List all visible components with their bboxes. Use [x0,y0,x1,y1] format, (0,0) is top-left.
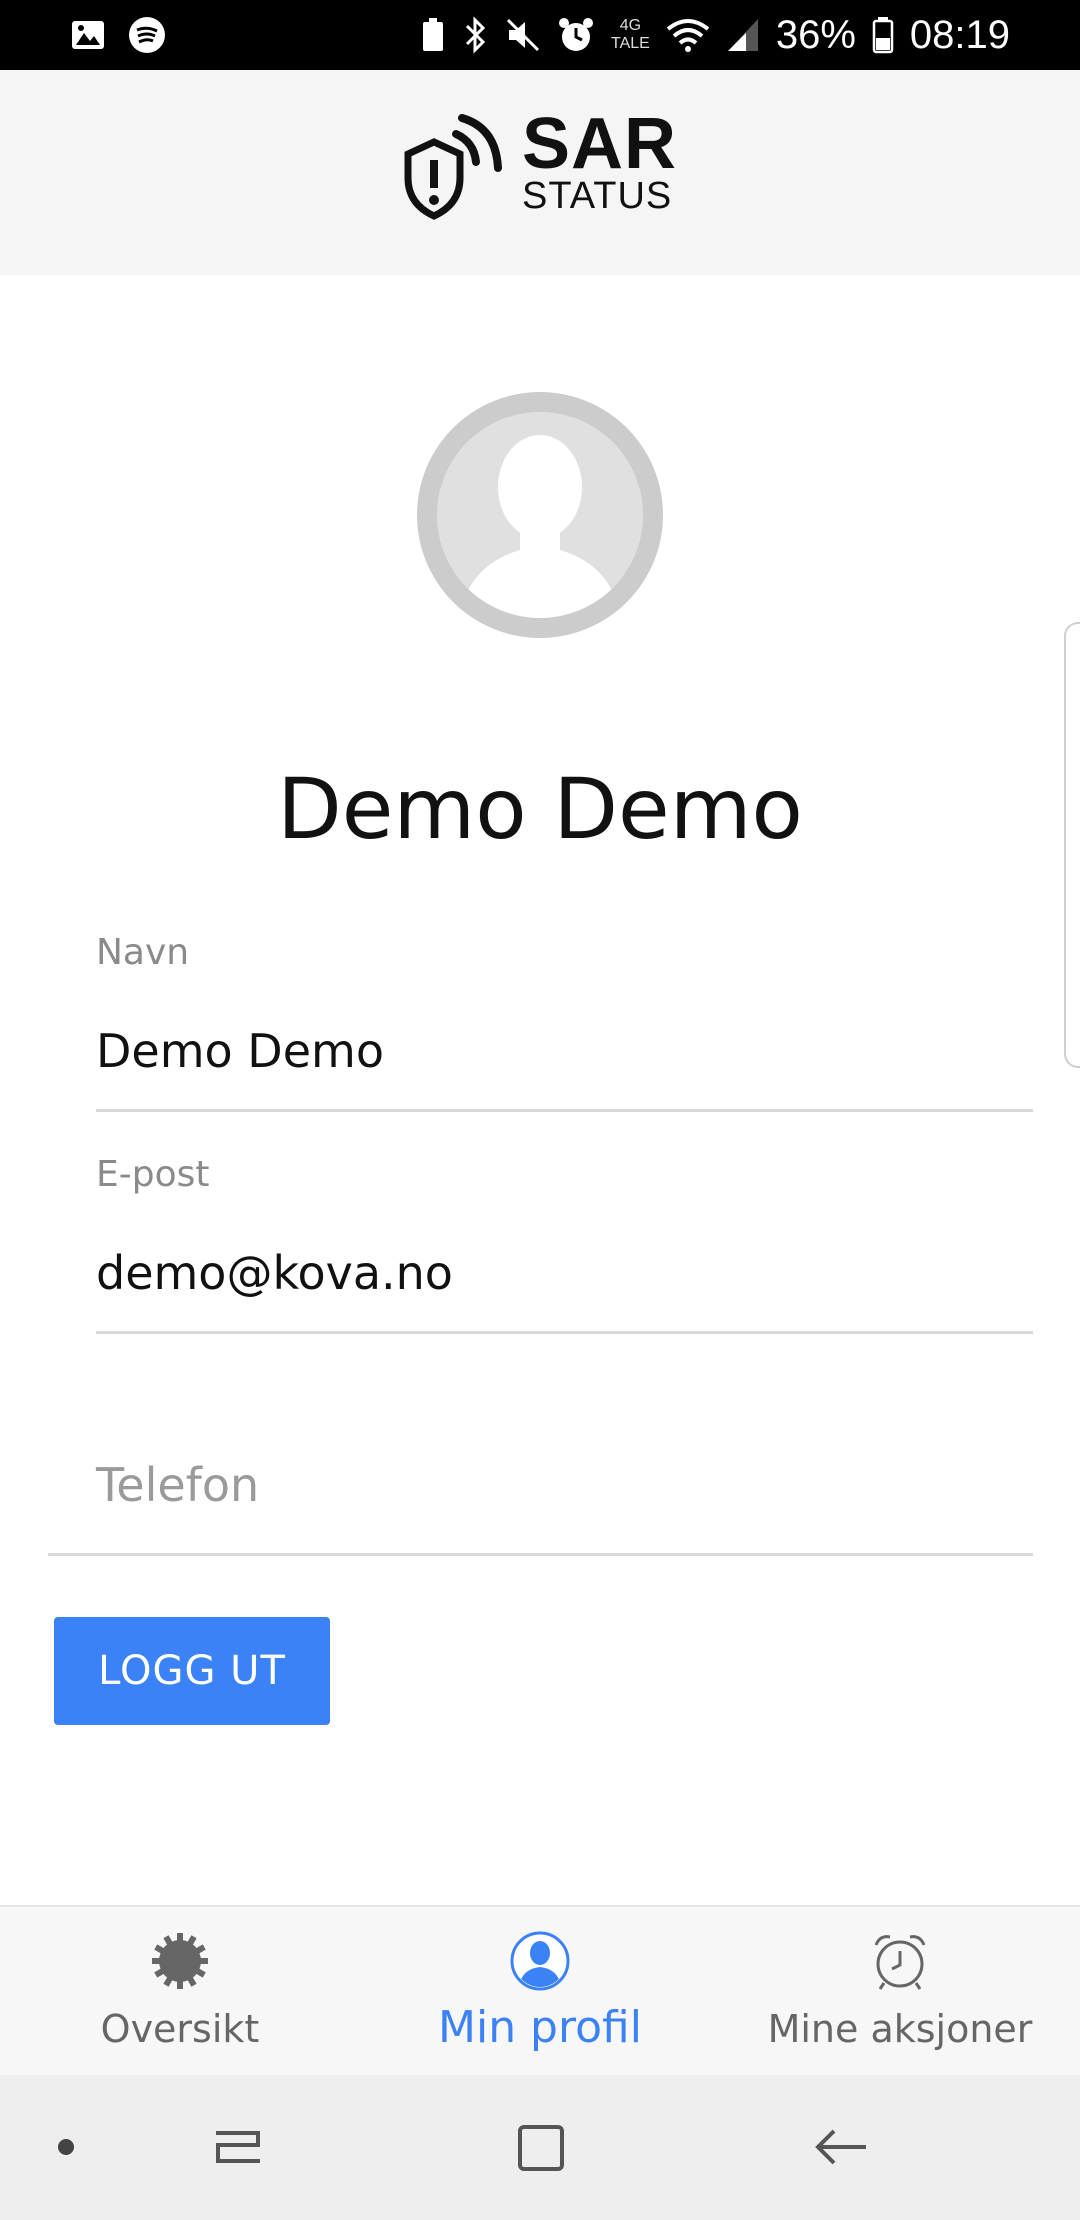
status-bar-right: 4G TALE 36% 08:19 [405,13,1010,58]
network-type-bottom: TALE [611,35,650,52]
gear-icon [152,1933,208,1989]
profile-display-name: Demo Demo [277,760,803,858]
logout-button[interactable]: LOGG UT [54,1617,330,1725]
name-label: Navn [96,932,190,973]
name-field[interactable]: Demo Demo [96,1024,384,1078]
dot-indicator-icon[interactable] [30,2111,102,2183]
avatar[interactable] [417,392,663,638]
edge-panel-handle[interactable] [1064,622,1080,1068]
battery-saver-icon [423,18,443,51]
mute-icon [506,18,540,52]
signal-icon [727,19,758,51]
status-bar: 4G TALE 36% 08:19 [0,0,1080,70]
shield-signal-icon [404,114,502,220]
email-underline [96,1331,1033,1334]
tab-min-profil-label: Min profil [438,2002,642,2053]
clock: 08:19 [909,12,1010,57]
bluetooth-icon [465,16,486,54]
tab-min-profil[interactable]: Min profil [360,1907,720,2077]
person-icon [510,1931,570,1991]
phone-underline [48,1553,1033,1556]
app-logo: SAR STATUS [400,104,678,222]
network-type-top: 4G [619,17,642,34]
recent-apps-icon[interactable] [202,2111,274,2183]
battery-percent: 36% [775,12,856,57]
status-bar-left [70,16,188,54]
gallery-icon [72,21,104,49]
app-header: SAR STATUS [0,70,1080,275]
logo-title: SAR [522,104,678,184]
battery-icon [872,17,894,54]
system-nav-bar [0,2075,1080,2220]
tab-oversikt-label: Oversikt [100,2007,260,2051]
home-icon[interactable] [504,2111,576,2183]
alarm-clock-icon [874,1935,926,1990]
logo-subtitle: STATUS [522,175,673,217]
wifi-icon [666,19,710,52]
email-label: E-post [96,1154,210,1195]
logo-wordmark: SAR STATUS [522,104,678,217]
spotify-icon [129,17,165,53]
tab-mine-aksjoner[interactable]: Mine aksjoner [720,1907,1080,2077]
name-underline [96,1109,1033,1112]
tab-mine-aksjoner-label: Mine aksjoner [767,2007,1033,2051]
back-icon[interactable] [806,2111,878,2183]
email-field[interactable]: demo@kova.no [96,1246,453,1300]
bottom-tab-bar: Oversikt Min profil Mine aksjoner [0,1905,1080,2077]
alarm-icon [559,18,593,51]
tab-oversikt[interactable]: Oversikt [0,1907,360,2077]
phone-field[interactable]: Telefon [96,1458,259,1512]
network-type: 4G TALE [611,17,650,53]
